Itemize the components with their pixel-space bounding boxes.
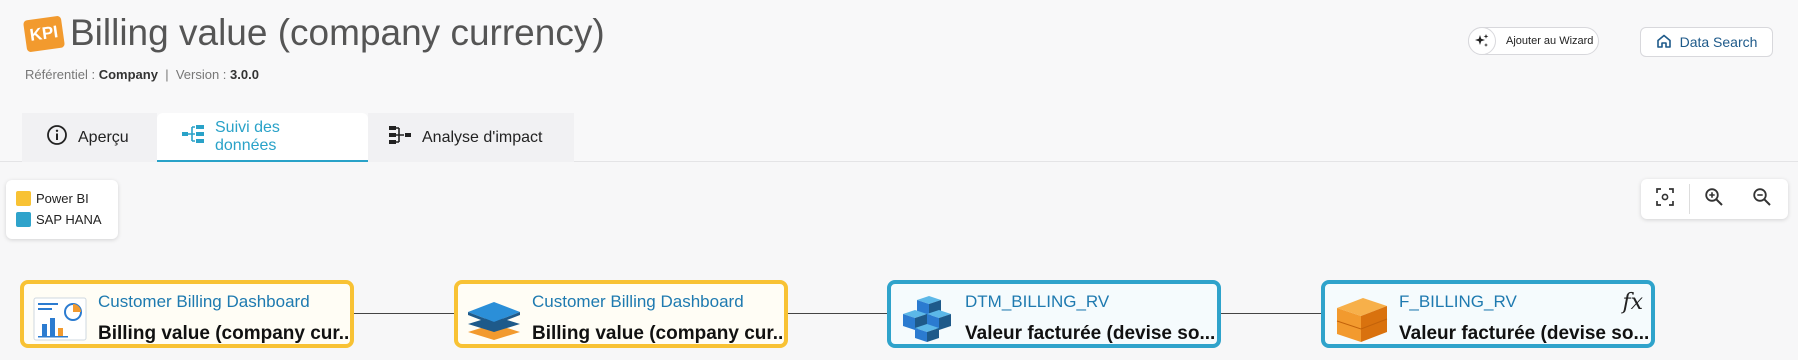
tab-bar: Aperçu Suivi des données Analyse d'impac… (22, 113, 574, 162)
lineage-connector (354, 313, 454, 314)
version-value: 3.0.0 (230, 67, 259, 82)
impact-icon (388, 125, 412, 150)
legend-swatch (16, 191, 31, 206)
zoom-out-button[interactable] (1738, 179, 1786, 219)
tab-suivi-des-donnees[interactable]: Suivi des données (157, 113, 368, 162)
zoom-out-icon (1752, 187, 1772, 212)
tab-label: Suivi des données (215, 118, 280, 154)
lineage-node[interactable]: Customer Billing Dashboard Billing value… (454, 280, 788, 348)
home-icon (1656, 33, 1672, 52)
legend-item-sap-hana: SAP HANA (16, 209, 108, 230)
tab-analyse-impact[interactable]: Analyse d'impact (368, 113, 574, 162)
lineage-connector (787, 313, 887, 314)
node-title: F_BILLING_RV (1399, 292, 1517, 311)
cubes-icon (899, 294, 955, 344)
page-header: KPI Billing value (company currency) Réf… (0, 0, 1798, 162)
node-subtitle: Billing value (company cur... (532, 323, 788, 344)
lineage-node[interactable]: Customer Billing Dashboard Billing value… (20, 280, 354, 348)
lineage-node[interactable]: DTM_BILLING_RV Valeur facturée (devise s… (887, 280, 1221, 348)
legend: Power BI SAP HANA (6, 180, 118, 239)
layers-icon (466, 294, 522, 344)
zoom-in-button[interactable] (1690, 179, 1738, 219)
orange-cube-icon (1333, 294, 1389, 344)
legend-label: Power BI (36, 191, 89, 206)
tab-apercu[interactable]: Aperçu (22, 113, 157, 162)
node-subtitle: Billing value (company cur... (98, 323, 354, 344)
zoom-controls (1641, 179, 1788, 219)
page-subtitle: Référentiel : Company | Version : 3.0.0 (25, 67, 259, 82)
separator: | (165, 67, 169, 82)
kpi-badge: KPI (22, 15, 66, 53)
node-title: DTM_BILLING_RV (965, 292, 1110, 311)
lineage-connector (1221, 313, 1321, 314)
focus-icon (1655, 187, 1675, 212)
formula-badge: fx (1622, 290, 1643, 315)
node-title: Customer Billing Dashboard (98, 292, 310, 311)
tab-label: Aperçu (78, 128, 129, 146)
version-label: Version : (175, 67, 227, 82)
fit-view-button[interactable] (1641, 179, 1689, 219)
add-to-wizard-label: Ajouter au Wizard (1506, 35, 1594, 47)
legend-label: SAP HANA (36, 212, 102, 227)
add-to-wizard-button[interactable]: Ajouter au Wizard (1468, 27, 1599, 55)
sparkle-icon (1468, 27, 1496, 55)
report-chart-icon (32, 294, 88, 344)
data-search-label: Data Search (1679, 34, 1758, 50)
data-search-button[interactable]: Data Search (1640, 27, 1773, 57)
tab-label: Analyse d'impact (422, 128, 543, 146)
node-subtitle: Valeur facturée (devise so... (965, 323, 1216, 344)
node-title: Customer Billing Dashboard (532, 292, 744, 311)
node-subtitle: Valeur facturée (devise so... (1399, 323, 1650, 344)
info-icon (46, 124, 68, 151)
zoom-in-icon (1704, 187, 1724, 212)
legend-item-power-bi: Power BI (16, 188, 108, 209)
referentiel-label: Référentiel : (25, 67, 96, 82)
lineage-icon (181, 124, 205, 149)
page-title: Billing value (company currency) (70, 12, 605, 53)
legend-swatch (16, 212, 31, 227)
referentiel-value: Company (98, 67, 158, 82)
lineage-node[interactable]: F_BILLING_RV Valeur facturée (devise so.… (1321, 280, 1655, 348)
